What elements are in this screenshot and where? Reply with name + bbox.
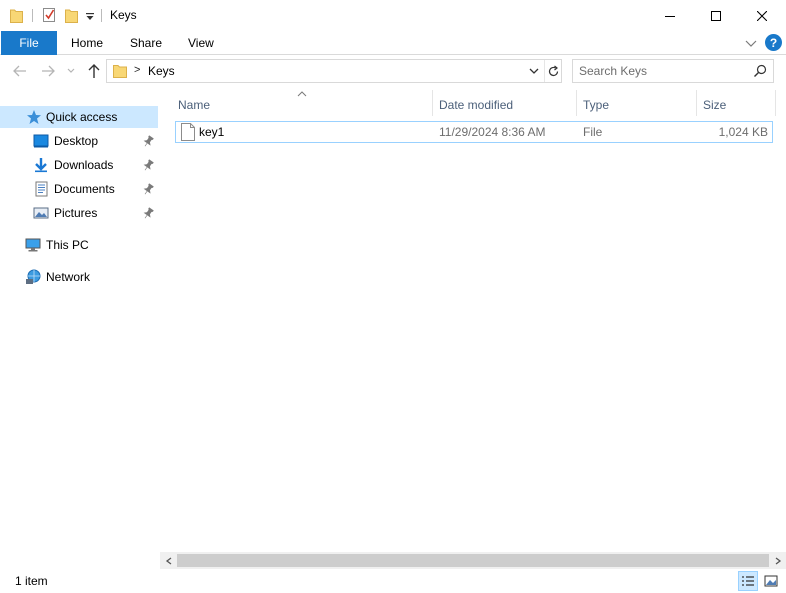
help-button[interactable]: ? bbox=[765, 34, 782, 51]
breadcrumb-separator[interactable]: > bbox=[134, 64, 140, 76]
tab-home[interactable]: Home bbox=[71, 31, 103, 55]
star-icon bbox=[26, 109, 42, 125]
navigation-bar: > Keys bbox=[0, 56, 786, 88]
sidebar-item-label: Network bbox=[46, 270, 91, 284]
close-icon bbox=[757, 10, 767, 21]
file-date-modified: 11/29/2024 8:36 AM bbox=[439, 125, 546, 139]
close-button[interactable] bbox=[739, 0, 785, 31]
sidebar-item-documents[interactable]: Documents bbox=[0, 178, 158, 200]
folder-icon bbox=[113, 64, 127, 78]
file-list: Name Date modified Type Size key1 11/29/… bbox=[160, 88, 786, 552]
file-name: key1 bbox=[199, 125, 225, 139]
address-bar[interactable]: > Keys bbox=[106, 59, 562, 83]
sidebar-item-network[interactable]: Network bbox=[0, 266, 158, 288]
column-header-size[interactable]: Size bbox=[703, 94, 775, 116]
minimize-button[interactable] bbox=[647, 0, 693, 31]
tab-share[interactable]: Share bbox=[130, 31, 162, 55]
pin-icon bbox=[142, 182, 154, 196]
sidebar-item-label: Desktop bbox=[54, 134, 99, 148]
pin-icon bbox=[142, 134, 154, 148]
column-header-label: Date modified bbox=[439, 98, 514, 112]
window-title: Keys bbox=[110, 8, 137, 22]
file-size: 1,024 KB bbox=[718, 125, 768, 139]
computer-icon bbox=[25, 237, 41, 253]
file-type: File bbox=[583, 125, 603, 139]
sidebar-item-this-pc[interactable]: This PC bbox=[0, 234, 158, 256]
details-view-icon bbox=[742, 576, 754, 586]
maximize-button[interactable] bbox=[693, 0, 739, 31]
recent-locations-chevron-icon[interactable] bbox=[66, 63, 76, 79]
breadcrumb-current[interactable]: Keys bbox=[148, 64, 175, 78]
new-folder-icon[interactable] bbox=[65, 8, 78, 23]
large-icons-view-button[interactable] bbox=[761, 571, 781, 591]
sidebar-item-label: This PC bbox=[46, 238, 89, 252]
table-row[interactable]: key1 11/29/2024 8:36 AM File 1,024 KB bbox=[175, 121, 773, 143]
column-header-label: Size bbox=[703, 98, 727, 112]
column-header-date-modified[interactable]: Date modified bbox=[439, 94, 577, 116]
properties-icon[interactable] bbox=[42, 7, 57, 23]
sidebar-item-pictures[interactable]: Pictures bbox=[0, 202, 158, 224]
sidebar-item-label: Documents bbox=[54, 182, 115, 196]
tab-view[interactable]: View bbox=[188, 31, 214, 55]
refresh-icon bbox=[548, 65, 559, 76]
column-header-type[interactable]: Type bbox=[583, 94, 697, 116]
up-arrow-icon[interactable] bbox=[86, 63, 102, 79]
refresh-button[interactable] bbox=[544, 60, 562, 82]
folder-icon bbox=[10, 8, 23, 23]
pin-icon bbox=[142, 206, 154, 220]
search-input[interactable] bbox=[579, 63, 749, 79]
horizontal-scrollbar[interactable] bbox=[160, 552, 786, 569]
tab-file[interactable]: File bbox=[1, 31, 57, 55]
chevron-left-icon bbox=[165, 556, 171, 565]
navigation-pane: Quick access Desktop Downloads Documents bbox=[0, 100, 158, 552]
sidebar-item-label: Quick access bbox=[46, 110, 118, 124]
item-count: 1 item bbox=[15, 574, 48, 588]
search-icon[interactable] bbox=[753, 64, 767, 78]
chevron-right-icon bbox=[775, 556, 781, 565]
scroll-thumb[interactable] bbox=[177, 554, 769, 567]
scroll-left-button[interactable] bbox=[160, 552, 177, 569]
file-icon bbox=[181, 123, 195, 141]
search-box[interactable] bbox=[572, 59, 774, 83]
download-icon bbox=[33, 157, 49, 173]
maximize-icon bbox=[711, 10, 721, 21]
column-header-name[interactable]: Name bbox=[178, 94, 432, 116]
minimize-icon bbox=[665, 15, 675, 17]
sidebar-item-quick-access[interactable]: Quick access bbox=[0, 106, 158, 128]
scroll-right-button[interactable] bbox=[769, 552, 786, 569]
sidebar-item-desktop[interactable]: Desktop bbox=[0, 130, 158, 152]
pin-icon bbox=[142, 158, 154, 172]
back-arrow-icon[interactable] bbox=[12, 63, 28, 79]
desktop-icon bbox=[33, 133, 49, 149]
ribbon-tabs: File Home Share View ? bbox=[0, 31, 786, 55]
expand-ribbon-icon[interactable] bbox=[744, 36, 758, 50]
pictures-icon bbox=[33, 205, 49, 221]
customize-toolbar-icon[interactable] bbox=[85, 11, 95, 21]
network-icon bbox=[25, 269, 41, 285]
sidebar-item-downloads[interactable]: Downloads bbox=[0, 154, 158, 176]
column-header-label: Name bbox=[178, 98, 211, 112]
details-view-button[interactable] bbox=[738, 571, 758, 591]
sidebar-item-label: Downloads bbox=[54, 158, 114, 172]
large-icons-view-icon bbox=[764, 575, 778, 587]
forward-arrow-icon[interactable] bbox=[40, 63, 56, 79]
address-dropdown-icon[interactable] bbox=[527, 64, 541, 78]
title-bar: Keys bbox=[0, 0, 786, 31]
status-bar: 1 item bbox=[0, 569, 786, 593]
sidebar-item-label: Pictures bbox=[54, 206, 98, 220]
documents-icon bbox=[34, 181, 50, 197]
column-header-label: Type bbox=[583, 98, 610, 112]
